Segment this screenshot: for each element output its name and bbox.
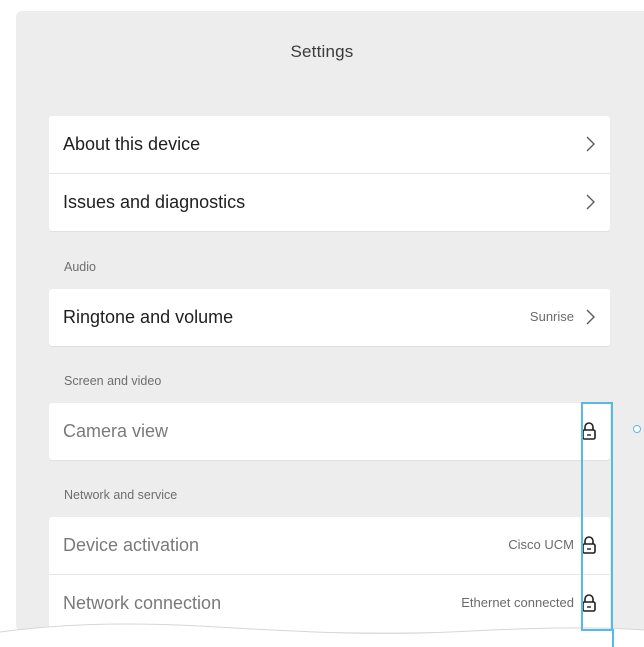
network-settings-card: Device activation Cisco UCM Network conn… xyxy=(49,517,610,632)
camera-view-row[interactable]: Camera view xyxy=(49,403,610,460)
ringtone-and-volume-row[interactable]: Ringtone and volume Sunrise xyxy=(49,289,610,346)
torn-edge-decoration xyxy=(0,623,644,647)
row-label: Ringtone and volume xyxy=(63,307,234,327)
general-settings-card: About this device Issues and diagnostics xyxy=(49,116,610,231)
row-label: Device activation xyxy=(63,535,200,555)
lock-icon xyxy=(582,422,596,440)
section-heading-network-and-service: Network and service xyxy=(64,488,178,502)
lock-icon xyxy=(582,536,596,554)
row-label: Camera view xyxy=(63,421,169,441)
section-heading-screen-and-video: Screen and video xyxy=(64,374,162,388)
device-activation-value: Cisco UCM xyxy=(508,537,574,552)
ringtone-value: Sunrise xyxy=(529,309,574,324)
chevron-right-icon xyxy=(586,309,595,325)
row-label: Issues and diagnostics xyxy=(63,192,246,212)
lock-icon xyxy=(582,594,596,612)
issues-and-diagnostics-row[interactable]: Issues and diagnostics xyxy=(49,173,610,230)
row-label: About this device xyxy=(63,134,201,154)
chevron-right-icon xyxy=(586,136,595,152)
audio-settings-card: Ringtone and volume Sunrise xyxy=(49,289,610,346)
about-this-device-row[interactable]: About this device xyxy=(49,116,610,173)
device-activation-row[interactable]: Device activation Cisco UCM xyxy=(49,517,610,574)
page-title: Settings xyxy=(290,42,354,61)
callout-line xyxy=(612,629,614,647)
chevron-right-icon xyxy=(586,194,595,210)
callout-marker xyxy=(633,425,641,433)
section-heading-audio: Audio xyxy=(64,260,96,274)
screen-settings-card: Camera view xyxy=(49,403,610,460)
